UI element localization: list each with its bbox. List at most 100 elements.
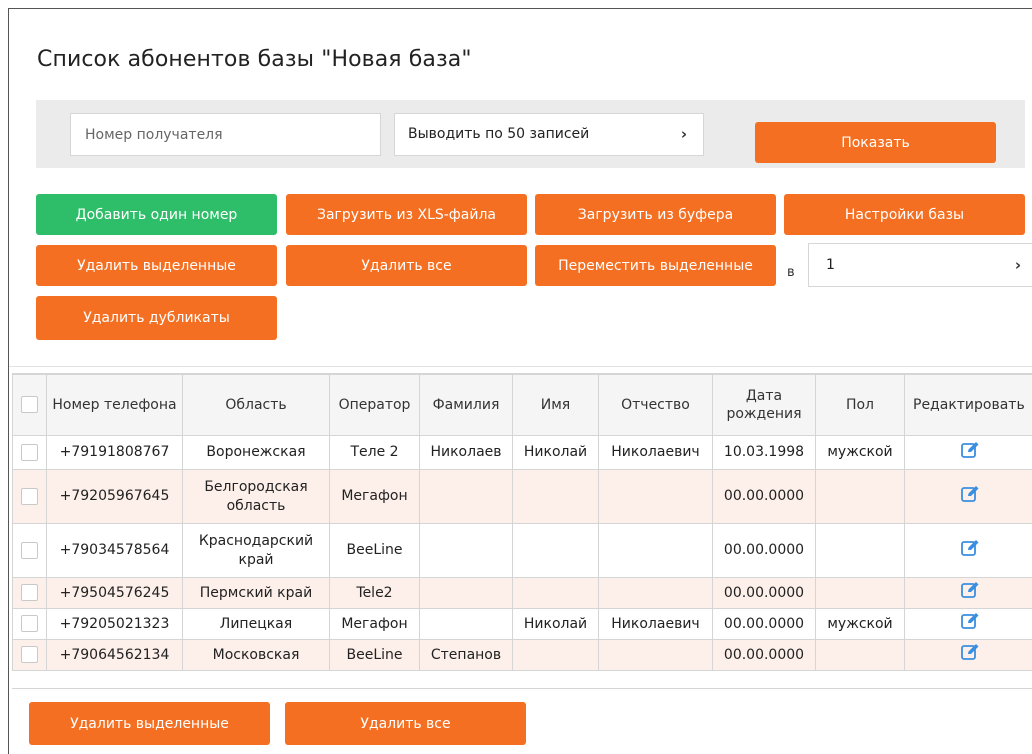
subscribers-table: Номер телефона Область Оператор Фамилия … <box>12 374 1032 671</box>
cell-patronymic <box>598 469 713 524</box>
header-name[interactable]: Имя <box>512 374 599 436</box>
row-select-cell[interactable] <box>12 639 47 671</box>
header-birthdate[interactable]: Дата рождения <box>712 374 816 436</box>
move-target-select[interactable]: 1 › <box>808 243 1032 287</box>
cell-region: Московская <box>182 639 330 671</box>
delete-all-button[interactable]: Удалить все <box>286 245 527 286</box>
per-page-select[interactable]: Выводить по 50 записей › <box>394 113 704 156</box>
cell-patronymic <box>598 577 713 609</box>
row-select-cell[interactable] <box>12 435 47 470</box>
upload-xls-button[interactable]: Загрузить из XLS-файла <box>286 194 527 235</box>
cell-birthdate: 10.03.1998 <box>712 435 816 470</box>
cell-phone: +79205967645 <box>46 469 183 524</box>
cell-gender: мужской <box>815 435 905 470</box>
cell-surname: Николаев <box>419 435 513 470</box>
delete-selected-label: Удалить выделенные <box>77 257 236 274</box>
bottom-delete-selected-button[interactable]: Удалить выделенные <box>29 702 270 745</box>
edit-pencil-icon[interactable] <box>961 581 981 604</box>
header-surname[interactable]: Фамилия <box>419 374 513 436</box>
header-phone[interactable]: Номер телефона <box>46 374 183 436</box>
upload-buffer-label: Загрузить из буфера <box>577 206 734 223</box>
move-in-label: в <box>787 265 795 280</box>
cell-gender <box>815 523 905 578</box>
header-edit: Редактировать <box>904 374 1032 436</box>
cell-surname <box>419 523 513 578</box>
section-divider <box>9 366 1032 367</box>
cell-surname: Степанов <box>419 639 513 671</box>
edit-pencil-icon[interactable] <box>961 612 981 635</box>
chevron-right-icon: › <box>1014 256 1021 274</box>
header-region[interactable]: Область <box>182 374 330 436</box>
row-select-cell[interactable] <box>12 469 47 524</box>
move-selected-label: Переместить выделенные <box>558 257 753 274</box>
edit-pencil-icon[interactable] <box>961 539 981 562</box>
cell-region: Белгородская область <box>182 469 330 524</box>
cell-edit <box>904 577 1032 609</box>
edit-pencil-icon[interactable] <box>961 441 981 464</box>
cell-surname <box>419 608 513 640</box>
edit-pencil-icon[interactable] <box>961 485 981 508</box>
row-checkbox[interactable] <box>21 584 38 602</box>
cell-birthdate: 00.00.0000 <box>712 523 816 578</box>
app-window: Список абонентов базы "Новая база" Вывод… <box>8 8 1032 754</box>
cell-operator: BeeLine <box>329 639 420 671</box>
cell-operator: Tele2 <box>329 577 420 609</box>
per-page-select-value: Выводить по 50 записей <box>408 126 590 142</box>
cell-birthdate: 00.00.0000 <box>712 577 816 609</box>
row-checkbox[interactable] <box>21 443 38 461</box>
cell-gender <box>815 577 905 609</box>
row-checkbox[interactable] <box>21 646 38 664</box>
add-one-number-button[interactable]: Добавить один номер <box>36 194 277 235</box>
cell-region: Воронежская <box>182 435 330 470</box>
select-all-cell[interactable] <box>12 374 47 436</box>
cell-phone: +79064562134 <box>46 639 183 671</box>
row-checkbox[interactable] <box>21 615 38 633</box>
show-button[interactable]: Показать <box>755 122 996 163</box>
row-select-cell[interactable] <box>12 523 47 578</box>
table-row: +79191808767 Воронежская Теле 2 Николаев… <box>12 435 1032 470</box>
cell-edit <box>904 523 1032 578</box>
cell-name <box>512 469 599 524</box>
recipient-number-input[interactable] <box>70 113 381 156</box>
row-checkbox[interactable] <box>21 487 38 505</box>
table-header-row: Номер телефона Область Оператор Фамилия … <box>12 374 1032 436</box>
select-all-checkbox[interactable] <box>21 396 38 414</box>
table-row: +79034578564 Краснодарский край BeeLine … <box>12 523 1032 578</box>
bottom-delete-all-button[interactable]: Удалить все <box>285 702 526 745</box>
move-selected-button[interactable]: Переместить выделенные <box>535 245 776 286</box>
chevron-right-icon: › <box>680 125 687 143</box>
cell-edit <box>904 469 1032 524</box>
cell-birthdate: 00.00.0000 <box>712 639 816 671</box>
cell-operator: Мегафон <box>329 469 420 524</box>
cell-phone: +79191808767 <box>46 435 183 470</box>
delete-all-label: Удалить все <box>361 257 452 274</box>
cell-patronymic <box>598 523 713 578</box>
move-target-value: 1 <box>826 257 835 273</box>
cell-edit <box>904 435 1032 470</box>
cell-region: Краснодарский край <box>182 523 330 578</box>
edit-pencil-icon[interactable] <box>961 643 981 666</box>
delete-duplicates-button[interactable]: Удалить дубликаты <box>36 296 277 340</box>
upload-buffer-button[interactable]: Загрузить из буфера <box>535 194 776 235</box>
cell-phone: +79034578564 <box>46 523 183 578</box>
row-checkbox[interactable] <box>21 541 38 559</box>
cell-operator: Мегафон <box>329 608 420 640</box>
header-patronymic[interactable]: Отчество <box>598 374 713 436</box>
cell-name: Николай <box>512 608 599 640</box>
header-gender[interactable]: Пол <box>815 374 905 436</box>
delete-selected-button[interactable]: Удалить выделенные <box>36 245 277 286</box>
filter-bar: Выводить по 50 записей › Показать <box>36 100 1025 168</box>
header-operator[interactable]: Оператор <box>329 374 420 436</box>
cell-patronymic <box>598 639 713 671</box>
table-row: +79205021323 Липецкая Мегафон Николай Ни… <box>12 608 1032 640</box>
base-settings-button[interactable]: Настройки базы <box>784 194 1025 235</box>
cell-region: Пермский край <box>182 577 330 609</box>
cell-gender <box>815 639 905 671</box>
row-select-cell[interactable] <box>12 577 47 609</box>
row-select-cell[interactable] <box>12 608 47 640</box>
cell-phone: +79504576245 <box>46 577 183 609</box>
cell-name <box>512 639 599 671</box>
bottom-delete-all-label: Удалить все <box>360 715 451 732</box>
add-one-number-label: Добавить один номер <box>75 206 238 223</box>
base-settings-label: Настройки базы <box>844 206 965 223</box>
